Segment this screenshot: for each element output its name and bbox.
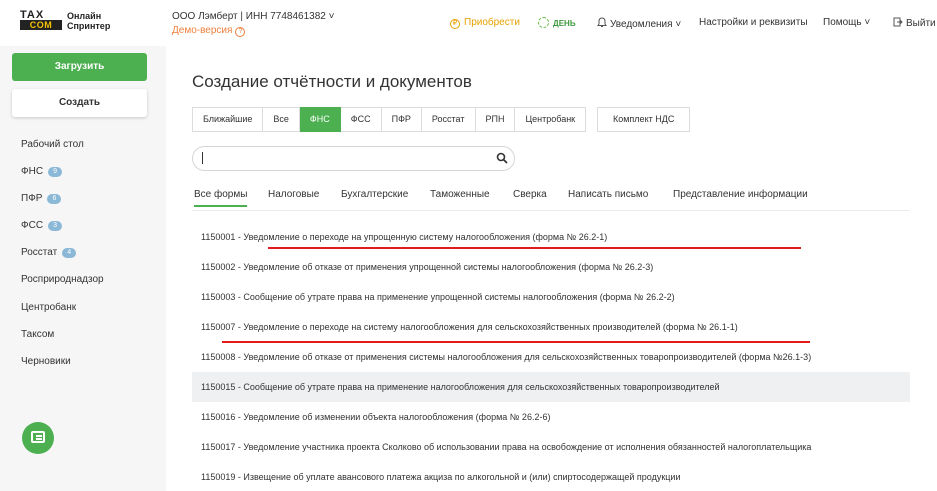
logo-product-name: Онлайн Спринтер <box>67 11 110 31</box>
help-label: Помощь <box>823 17 862 28</box>
chevron-down-icon: ˅ <box>328 11 335 22</box>
notifications-menu[interactable]: Уведомления ˅ <box>597 17 681 30</box>
logo-line-1: Онлайн <box>67 11 102 21</box>
count-badge: 6 <box>47 194 62 204</box>
demo-label: Демо-версия <box>172 25 233 36</box>
list-item[interactable]: 1150017 - Уведомление участника проекта … <box>192 432 910 462</box>
sidebar-item-label: Рабочий стол <box>21 139 84 150</box>
sidebar-item-label: ПФР <box>21 193 43 204</box>
list-item[interactable]: 1150007 - Уведомление о переходе на сист… <box>192 312 910 342</box>
sidebar-item-rosstat[interactable]: Росстат 4 <box>21 247 77 258</box>
sidebar-item-pfr[interactable]: ПФР 6 <box>21 193 62 204</box>
red-underline <box>268 247 801 249</box>
sidebar-item-fns[interactable]: ФНС 9 <box>21 166 63 177</box>
tab-centrobank[interactable]: Центробанк <box>515 107 587 132</box>
logout-icon <box>893 17 903 27</box>
top-bar: TAX COM Онлайн Спринтер ООО Лэмберт | ИН… <box>0 0 937 46</box>
logo-com-text: COM <box>20 20 62 30</box>
list-item[interactable]: 1150003 - Сообщение об утрате права на п… <box>192 282 910 312</box>
tab-fns[interactable]: ФНС <box>299 107 341 132</box>
divider <box>192 210 909 211</box>
company-selector[interactable]: ООО Лэмберт | ИНН 7748461382 ˅ <box>172 11 334 22</box>
tab-rpn[interactable]: РПН <box>475 107 516 132</box>
count-badge: 9 <box>48 167 63 177</box>
tab-all[interactable]: Все <box>263 107 300 132</box>
bell-icon <box>597 17 607 27</box>
subtab-reconciliation[interactable]: Сверка <box>513 189 547 200</box>
page-title: Создание отчётности и документов <box>192 72 472 91</box>
sidebar-item-label: Таксом <box>21 329 55 340</box>
subtab-customs[interactable]: Таможенные <box>430 189 490 200</box>
help-menu[interactable]: Помощь ˅ <box>823 17 870 28</box>
sidebar-item-rosprirodnadzor[interactable]: Росприроднадзор <box>21 274 104 285</box>
subtab-accounting[interactable]: Бухгалтерские <box>341 189 408 200</box>
sidebar-item-centrobank[interactable]: Центробанк <box>21 302 76 313</box>
list-item[interactable]: 1150008 - Уведомление об отказе от приме… <box>192 342 910 372</box>
red-underline <box>222 341 810 343</box>
list-item[interactable]: 1150016 - Уведомление об изменении объек… <box>192 402 910 432</box>
sidebar-item-drafts[interactable]: Черновики <box>21 356 71 367</box>
count-badge: 3 <box>48 221 63 231</box>
notifications-label: Уведомления <box>610 19 673 30</box>
buy-link[interactable]: ₽ Приобрести <box>450 17 520 29</box>
agency-tabs: Ближайшие Все ФНС ФСС ПФР Росстат РПН Це… <box>192 107 587 132</box>
settings-link[interactable]: Настройки и реквизиты <box>699 17 808 28</box>
list-item[interactable]: 1150019 - Извещение об уплате авансового… <box>192 462 910 491</box>
tab-fss[interactable]: ФСС <box>340 107 382 132</box>
logo-line-2: Спринтер <box>67 21 111 31</box>
demo-version[interactable]: Демо-версия? <box>172 25 246 37</box>
buy-label: Приобрести <box>464 17 520 28</box>
logout-link[interactable]: Выйти <box>893 17 936 29</box>
count-badge: 4 <box>62 248 77 258</box>
subtab-write-letter[interactable]: Написать письмо <box>568 189 648 200</box>
ruble-icon: ₽ <box>450 19 460 29</box>
chevron-down-icon: ˅ <box>864 17 871 28</box>
subtab-all-forms[interactable]: Все формы <box>194 189 248 207</box>
tab-vat-set[interactable]: Комплект НДС <box>597 107 691 132</box>
sun-icon <box>538 17 549 28</box>
help-circle-icon: ? <box>235 27 246 37</box>
tab-rosstat[interactable]: Росстат <box>421 107 476 132</box>
logo-tax-text: TAX <box>20 9 45 21</box>
sidebar: Загрузить Создать Рабочий стол ФНС 9 ПФР 6… <box>0 46 166 491</box>
chat-icon <box>31 431 45 443</box>
subtab-information[interactable]: Представление информации <box>673 189 808 200</box>
upload-button[interactable]: Загрузить <box>12 53 147 81</box>
logout-label: Выйти <box>906 18 936 29</box>
list-item[interactable]: 1150015 - Сообщение об утрате права на п… <box>192 372 910 402</box>
list-item[interactable]: 1150002 - Уведомление об отказе от приме… <box>192 252 910 282</box>
sidebar-item-desktop[interactable]: Рабочий стол <box>21 139 84 150</box>
chevron-down-icon: ˅ <box>675 19 682 30</box>
sidebar-item-label: Черновики <box>21 356 71 367</box>
sidebar-item-label: ФНС <box>21 166 44 177</box>
tab-nearest[interactable]: Ближайшие <box>192 107 264 132</box>
company-name: ООО Лэмберт | ИНН 7748461382 <box>172 11 326 22</box>
sidebar-item-label: Росстат <box>21 247 58 258</box>
subtab-tax[interactable]: Налоговые <box>268 189 319 200</box>
chat-button[interactable] <box>22 422 54 454</box>
create-button[interactable]: Создать <box>12 89 147 117</box>
sidebar-item-label: Росприроднадзор <box>21 274 104 285</box>
forms-list: 1150001 - Уведомление о переходе на упро… <box>192 222 910 491</box>
day-label: ДЕНЬ <box>553 19 576 28</box>
taxcom-logo[interactable]: TAX COM Онлайн Спринтер <box>20 10 120 32</box>
logo-mark: TAX COM <box>20 10 62 30</box>
sidebar-item-label: Центробанк <box>21 302 77 313</box>
sidebar-item-fss[interactable]: ФСС 3 <box>21 220 63 231</box>
search-input[interactable] <box>192 146 515 171</box>
day-mode-toggle[interactable]: ДЕНЬ <box>538 17 576 29</box>
sidebar-item-label: ФСС <box>21 220 44 231</box>
sidebar-item-taxcom[interactable]: Таксом <box>21 329 54 340</box>
tab-pfr[interactable]: ПФР <box>381 107 422 132</box>
